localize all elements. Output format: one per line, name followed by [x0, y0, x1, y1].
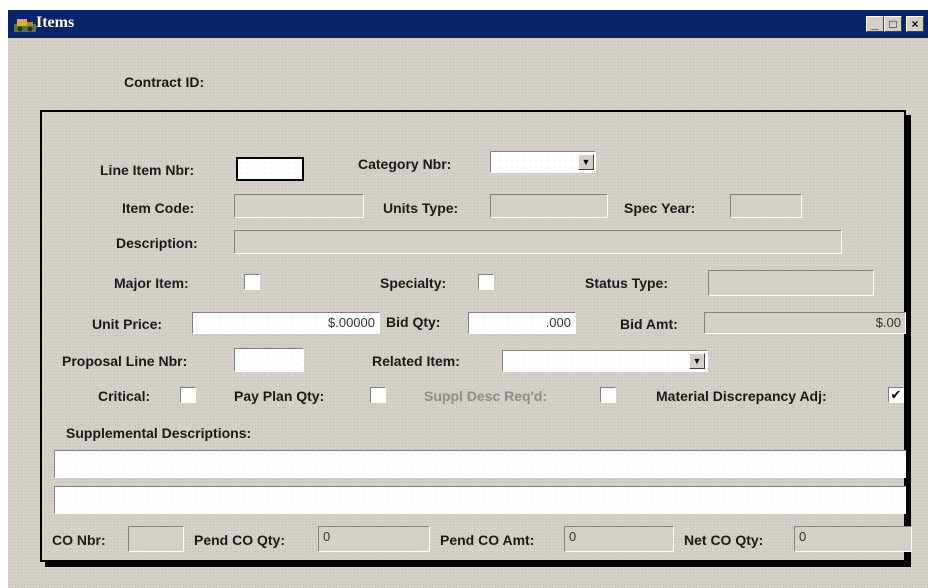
supplemental-description-line-2[interactable] — [54, 486, 906, 514]
units-type-label: Units Type: — [383, 200, 459, 216]
pend-co-qty-label: Pend CO Qty: — [194, 532, 286, 548]
category-nbr-label: Category Nbr: — [358, 156, 452, 172]
material-discrepancy-adj-checkbox[interactable]: ✔ — [888, 387, 904, 403]
proposal-line-nbr-input[interactable] — [234, 348, 304, 372]
pend-co-amt-label: Pend CO Amt: — [440, 532, 535, 548]
material-discrepancy-adj-label: Material Discrepancy Adj: — [656, 388, 827, 404]
unit-price-label: Unit Price: — [92, 316, 163, 332]
title-bar[interactable]: Items _ □ × — [8, 10, 928, 38]
unit-price-input[interactable]: $.00000 — [192, 312, 380, 334]
co-nbr-input[interactable] — [128, 526, 184, 552]
minimize-button[interactable]: _ — [866, 16, 884, 32]
bid-qty-input[interactable]: .000 — [468, 312, 576, 334]
item-code-input[interactable] — [234, 194, 364, 218]
proposal-line-nbr-label: Proposal Line Nbr: — [62, 353, 188, 369]
category-nbr-dropdown-icon[interactable]: ▼ — [578, 154, 594, 170]
major-item-label: Major Item: — [114, 275, 189, 291]
status-type-label: Status Type: — [585, 275, 668, 291]
supplemental-description-line-1[interactable] — [54, 450, 906, 478]
supplemental-descriptions-label: Supplemental Descriptions: — [66, 425, 252, 441]
pend-co-qty-input[interactable]: 0 — [318, 526, 430, 552]
major-item-checkbox[interactable] — [244, 274, 260, 290]
specialty-label: Specialty: — [380, 275, 447, 291]
status-type-input[interactable] — [708, 270, 874, 296]
spec-year-label: Spec Year: — [624, 200, 696, 216]
critical-checkbox[interactable] — [180, 387, 196, 403]
description-input[interactable] — [234, 230, 842, 254]
bid-amt-input[interactable]: $.00 — [704, 312, 906, 334]
bid-qty-label: Bid Qty: — [386, 314, 441, 330]
net-co-qty-label: Net CO Qty: — [684, 532, 764, 548]
suppl-desc-reqd-label: Suppl Desc Req'd: — [424, 388, 548, 404]
suppl-desc-reqd-checkbox — [600, 387, 616, 403]
co-nbr-label: CO Nbr: — [52, 532, 106, 548]
window-title: Items — [36, 14, 75, 31]
bid-amt-label: Bid Amt: — [620, 316, 678, 332]
pay-plan-qty-label: Pay Plan Qty: — [234, 388, 325, 404]
net-co-qty-input[interactable]: 0 — [794, 526, 912, 552]
maximize-button[interactable]: □ — [884, 16, 902, 32]
specialty-checkbox[interactable] — [478, 274, 494, 290]
contract-id-label: Contract ID: — [124, 74, 205, 90]
close-button[interactable]: × — [906, 16, 924, 32]
line-item-nbr-label: Line Item Nbr: — [100, 162, 195, 178]
pay-plan-qty-checkbox[interactable] — [370, 387, 386, 403]
pend-co-amt-input[interactable]: 0 — [564, 526, 674, 552]
critical-label: Critical: — [98, 388, 151, 404]
units-type-input[interactable] — [490, 194, 608, 218]
line-item-nbr-input[interactable] — [236, 157, 304, 181]
app-icon — [14, 19, 36, 32]
item-code-label: Item Code: — [122, 200, 195, 216]
related-item-dropdown-icon[interactable]: ▼ — [689, 353, 705, 369]
related-item-select[interactable] — [502, 350, 708, 372]
spec-year-input[interactable] — [730, 194, 802, 218]
description-label: Description: — [116, 235, 198, 251]
related-item-label: Related Item: — [372, 353, 460, 369]
